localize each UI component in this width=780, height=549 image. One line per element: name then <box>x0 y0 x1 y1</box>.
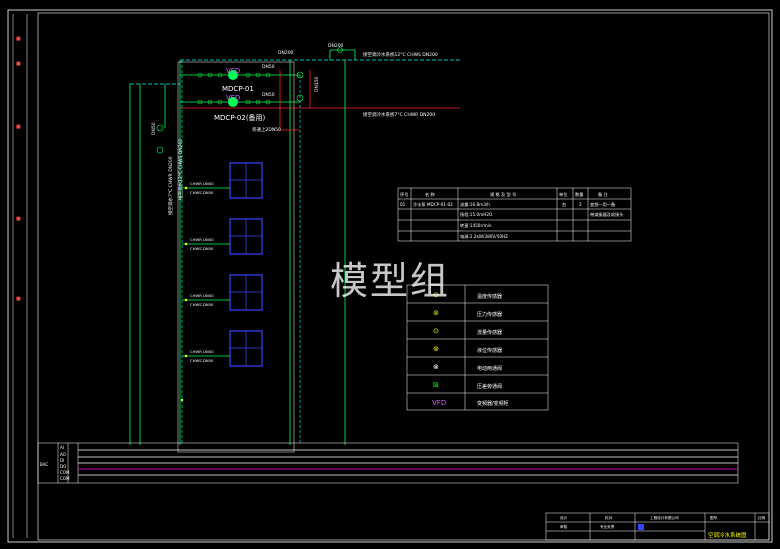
label-bypass: 旁通上2DN50 <box>252 126 281 133</box>
pump-2-name: MDCP-02(备用) <box>214 113 266 122</box>
bus-row-1: AO <box>60 452 66 457</box>
td-0-2: 流量:16.8m3/h <box>460 201 490 208</box>
td-0-5: 变频一用一备 <box>590 201 616 208</box>
label-vert-left: 接空调水7°C CHWR DN200 <box>167 156 174 215</box>
unit-4-label-a: CHWR DN50 <box>190 349 214 354</box>
watermark: 模型组 <box>330 259 451 303</box>
label-bypass-size: DN200 <box>328 43 344 49</box>
legend-label-3: 液位传感器 <box>477 347 502 354</box>
th-no: 序号 <box>400 191 408 198</box>
title-cell-4: 图号 <box>710 515 718 520</box>
pump-2-vfd-tag: VFD <box>226 94 240 102</box>
svg-text:■: ■ <box>16 61 21 67</box>
legend-label-4: 电动两通阀 <box>477 365 502 372</box>
company-logo <box>638 524 644 530</box>
svg-text:■: ■ <box>16 36 21 42</box>
legend-diff-pressure-valve-icon: ⊠ <box>433 381 439 389</box>
th-unit: 单位 <box>559 191 567 198</box>
unit-1-label-a: CHWR DN50 <box>190 181 214 186</box>
unit-1-label-b: CHWS DN50 <box>190 190 214 195</box>
bus-row-5: COM <box>60 476 70 481</box>
td-2-2: 转速:1450r/min <box>460 222 492 229</box>
svg-text:■: ■ <box>16 124 21 130</box>
title-cell-0: 设计 <box>560 515 568 520</box>
label-dn150: DN150 <box>314 76 320 92</box>
legend-label-2: 流量传感器 <box>477 329 502 336</box>
legend-vfd-icon: VFD <box>432 399 446 407</box>
legend-label-5: 压差旁通阀 <box>477 383 502 390</box>
legend-level-sensor-icon: ⊚ <box>433 345 439 353</box>
bus-row-0: AI <box>60 445 64 450</box>
unit-2-label-a: CHWR DN50 <box>190 237 214 242</box>
legend-label-6: 变频器/变频柜 <box>477 400 509 407</box>
legend-label-0: 温度传感器 <box>477 293 502 300</box>
unit-4-label-b: CHWS DN50 <box>190 358 214 363</box>
td-0-1: 冷水泵 MDCP-01-02 <box>413 201 453 208</box>
label-supply-line: 接空调冷水系统12°C CHWS DN200 <box>363 51 438 58</box>
pump-1-name: MDCP-01 <box>222 85 254 93</box>
svg-text:■: ■ <box>16 296 21 302</box>
unit-3-label-a: CHWR DN50 <box>190 293 214 298</box>
unit-3-label-b: CHWS DN50 <box>190 302 214 307</box>
td-3-2: 电源:2.2kW/380V/50HZ <box>460 233 508 240</box>
td-0-4: 2 <box>579 202 582 207</box>
label-dn50-b: DN50 <box>262 92 275 98</box>
title-cell-3: 专业负责 <box>600 524 615 529</box>
bus-row-3: DO <box>60 464 66 469</box>
pump-1-vfd-tag: VFD <box>226 67 240 75</box>
label-main-top-size: DN200 <box>278 50 294 56</box>
td-1-2: 扬程:15.0mH2O <box>460 211 493 218</box>
label-vert-right: 接空调水12°C CHWS DN200 <box>177 139 184 200</box>
label-dn50-a: DN50 <box>262 64 275 70</box>
legend-label-1: 压力传感器 <box>477 311 502 318</box>
drawing-title: 空调冷水系统图 <box>708 531 747 539</box>
legend-pressure-sensor-icon: ⊚ <box>433 309 439 317</box>
bus-left-label: BAC <box>40 462 48 467</box>
label-return-line: 接空调冷水系统7°C CHWR DN200 <box>363 111 435 118</box>
th-name: 名 称 <box>425 191 435 198</box>
title-cell-1: 校对 <box>605 515 613 520</box>
bus-row-4: COM <box>60 470 70 475</box>
label-dn50-left: DN50 <box>151 122 157 135</box>
td-0-0: 01 <box>400 202 406 207</box>
th-qty: 数量 <box>575 191 583 198</box>
td-1-5: 带减振器及软接头 <box>590 211 624 218</box>
th-spec: 规 格 及 型 号 <box>490 191 516 198</box>
svg-text:■: ■ <box>16 216 21 222</box>
title-company: 工程设计有限公司 <box>650 515 679 520</box>
unit-2-label-b: CHWS DN50 <box>190 246 214 251</box>
title-cell-5: 比例 <box>758 515 766 520</box>
th-note: 备 注 <box>598 191 609 198</box>
legend-flow-sensor-icon: ⊙ <box>433 327 439 335</box>
td-0-3: 台 <box>562 201 566 208</box>
bus-row-2: DI <box>60 458 64 463</box>
legend-electric-valve-icon: ⊗ <box>433 363 439 371</box>
title-cell-2: 审核 <box>560 524 568 529</box>
